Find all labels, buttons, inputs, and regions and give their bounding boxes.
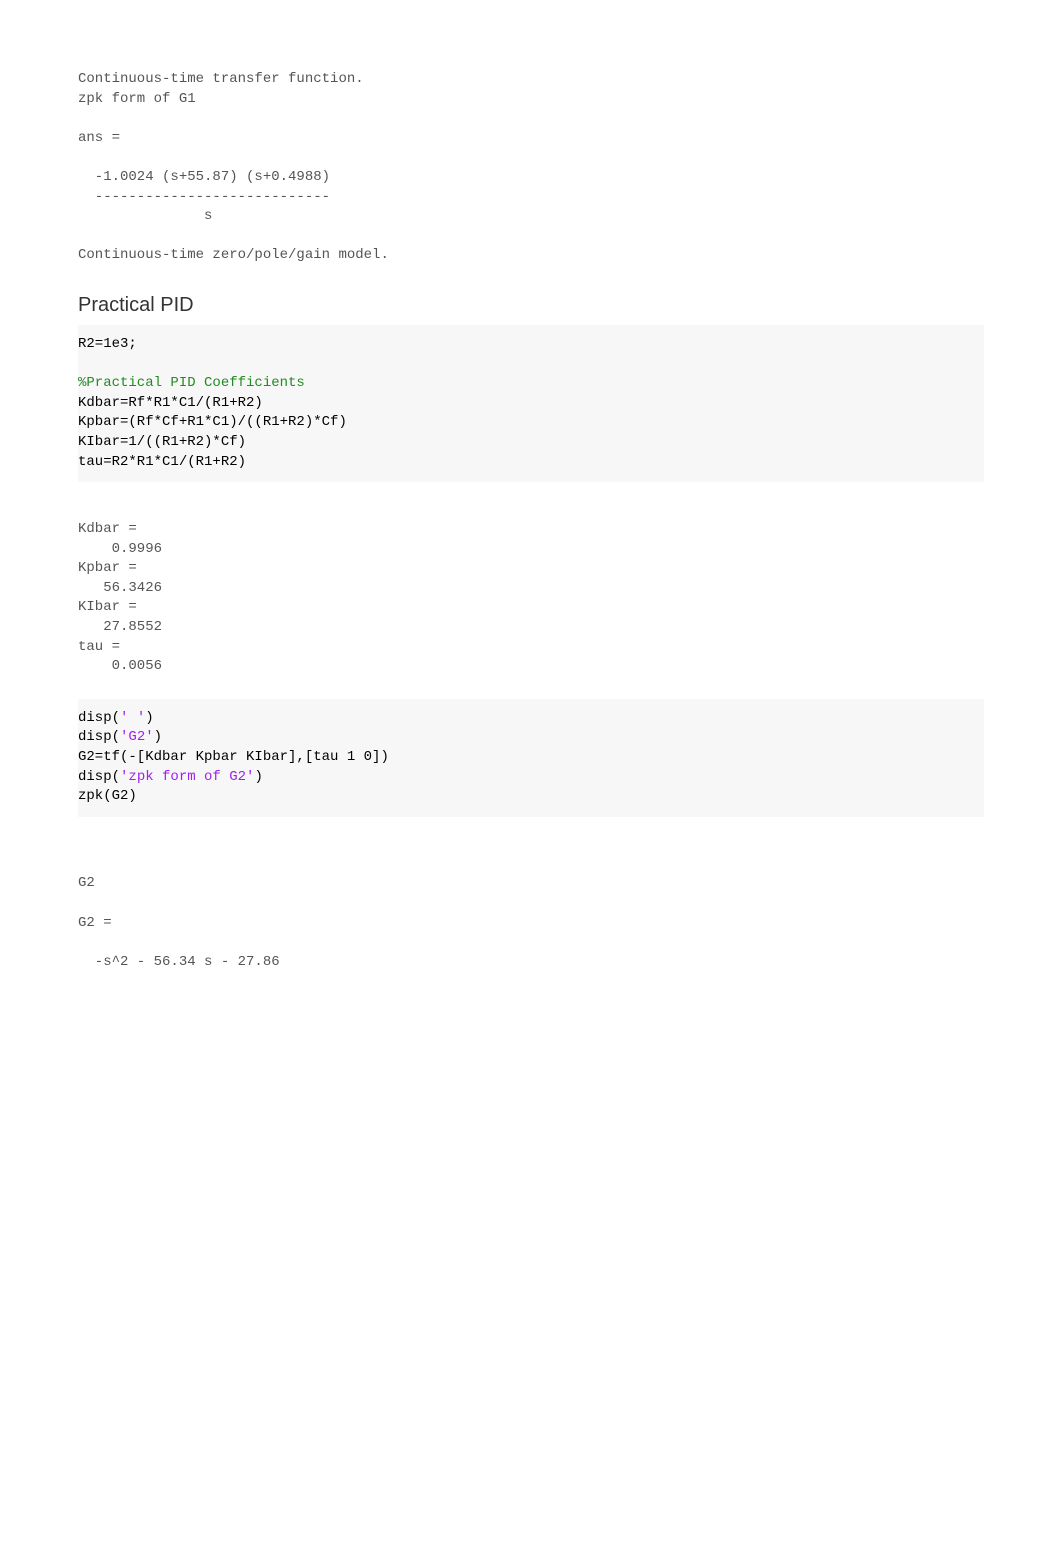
output-block-3: G2 G2 = -s^2 - 56.34 s - 27.86 [78,845,984,983]
code-block-1: R2=1e3; %Practical PID Coefficients Kdba… [78,325,984,482]
code-text: disp(' ') disp('G2') G2=tf(-[Kdbar Kpbar… [78,709,984,807]
code-text: R2=1e3; %Practical PID Coefficients Kdba… [78,335,984,472]
output-text: Kdbar = 0.9996 Kpbar = 56.3426 KIbar = 2… [78,520,984,677]
output-block-1: Continuous-time transfer function. zpk f… [78,60,984,276]
output-text: Continuous-time transfer function. zpk f… [78,70,984,266]
output-text: G2 G2 = -s^2 - 56.34 s - 27.86 [78,855,984,973]
section-heading-practical-pid: Practical PID [78,294,984,317]
code-block-2: disp(' ') disp('G2') G2=tf(-[Kdbar Kpbar… [78,699,984,817]
output-block-2: Kdbar = 0.9996 Kpbar = 56.3426 KIbar = 2… [78,510,984,687]
